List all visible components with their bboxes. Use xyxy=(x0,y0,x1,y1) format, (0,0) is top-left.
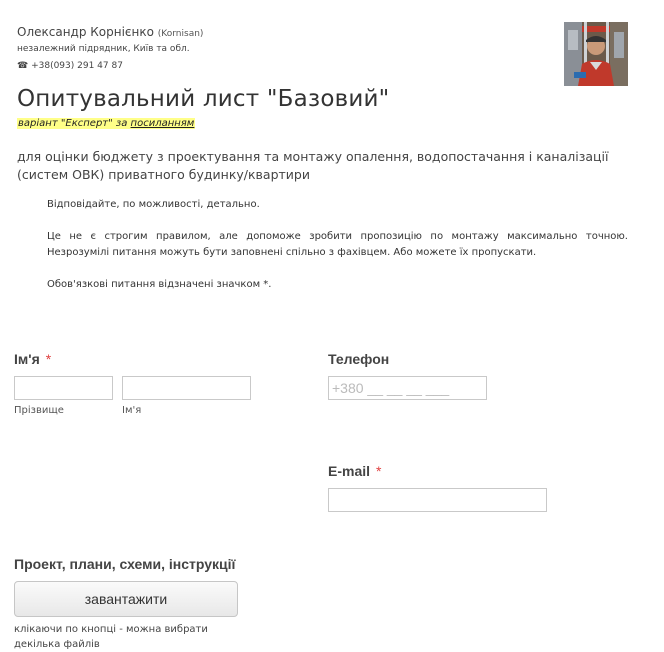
upload-button[interactable]: завантажити xyxy=(14,581,238,617)
variant-prefix: варіант "Експерт" за xyxy=(18,118,131,129)
upload-hint: клікаючи по кнопці - можна вибрати декіл… xyxy=(14,624,208,650)
contractor-role: незалежний підрядник, Київ та обл. xyxy=(17,44,190,54)
avatar xyxy=(564,22,628,86)
note-required: Обов'язкові питання відзначені значком *… xyxy=(47,279,272,290)
contractor-phone: ☎ +38(093) 291 47 87 xyxy=(17,61,123,71)
contractor-name-text: Олександр Корнієнко xyxy=(17,25,154,39)
required-mark: * xyxy=(45,351,52,367)
name-label: Ім'я * xyxy=(14,351,51,367)
upload-label: Проект, плани, схеми, інструкції xyxy=(14,556,236,572)
firstname-sublabel: Ім'я xyxy=(122,405,142,416)
page-title: Опитувальний лист "Базовий" xyxy=(17,86,390,112)
firstname-input[interactable] xyxy=(122,376,251,400)
email-label-text: E-mail xyxy=(328,463,371,479)
phone-label: Телефон xyxy=(328,351,390,367)
name-label-text: Ім'я xyxy=(14,351,40,367)
variant-link[interactable]: посиланням xyxy=(131,118,195,129)
note-detail: Відповідайте, по можливості, детально. xyxy=(47,199,260,210)
phone-input[interactable]: +380 __ __ __ ___ xyxy=(328,376,487,400)
contractor-name: Олександр Корнієнко (Kornisan) xyxy=(17,25,203,39)
surname-sublabel: Прізвище xyxy=(14,405,64,416)
contractor-nick: (Kornisan) xyxy=(157,29,204,39)
note-rule: Це не є строгим правилом, але допоможе з… xyxy=(47,231,628,258)
email-input[interactable] xyxy=(328,488,547,512)
page-subtitle: для оцінки бюджету з проектування та мон… xyxy=(17,149,609,182)
required-mark: * xyxy=(376,463,382,479)
email-label: E-mail * xyxy=(328,463,381,479)
surname-input[interactable] xyxy=(14,376,113,400)
variant-note: варіант "Експерт" за посиланням xyxy=(17,118,196,129)
